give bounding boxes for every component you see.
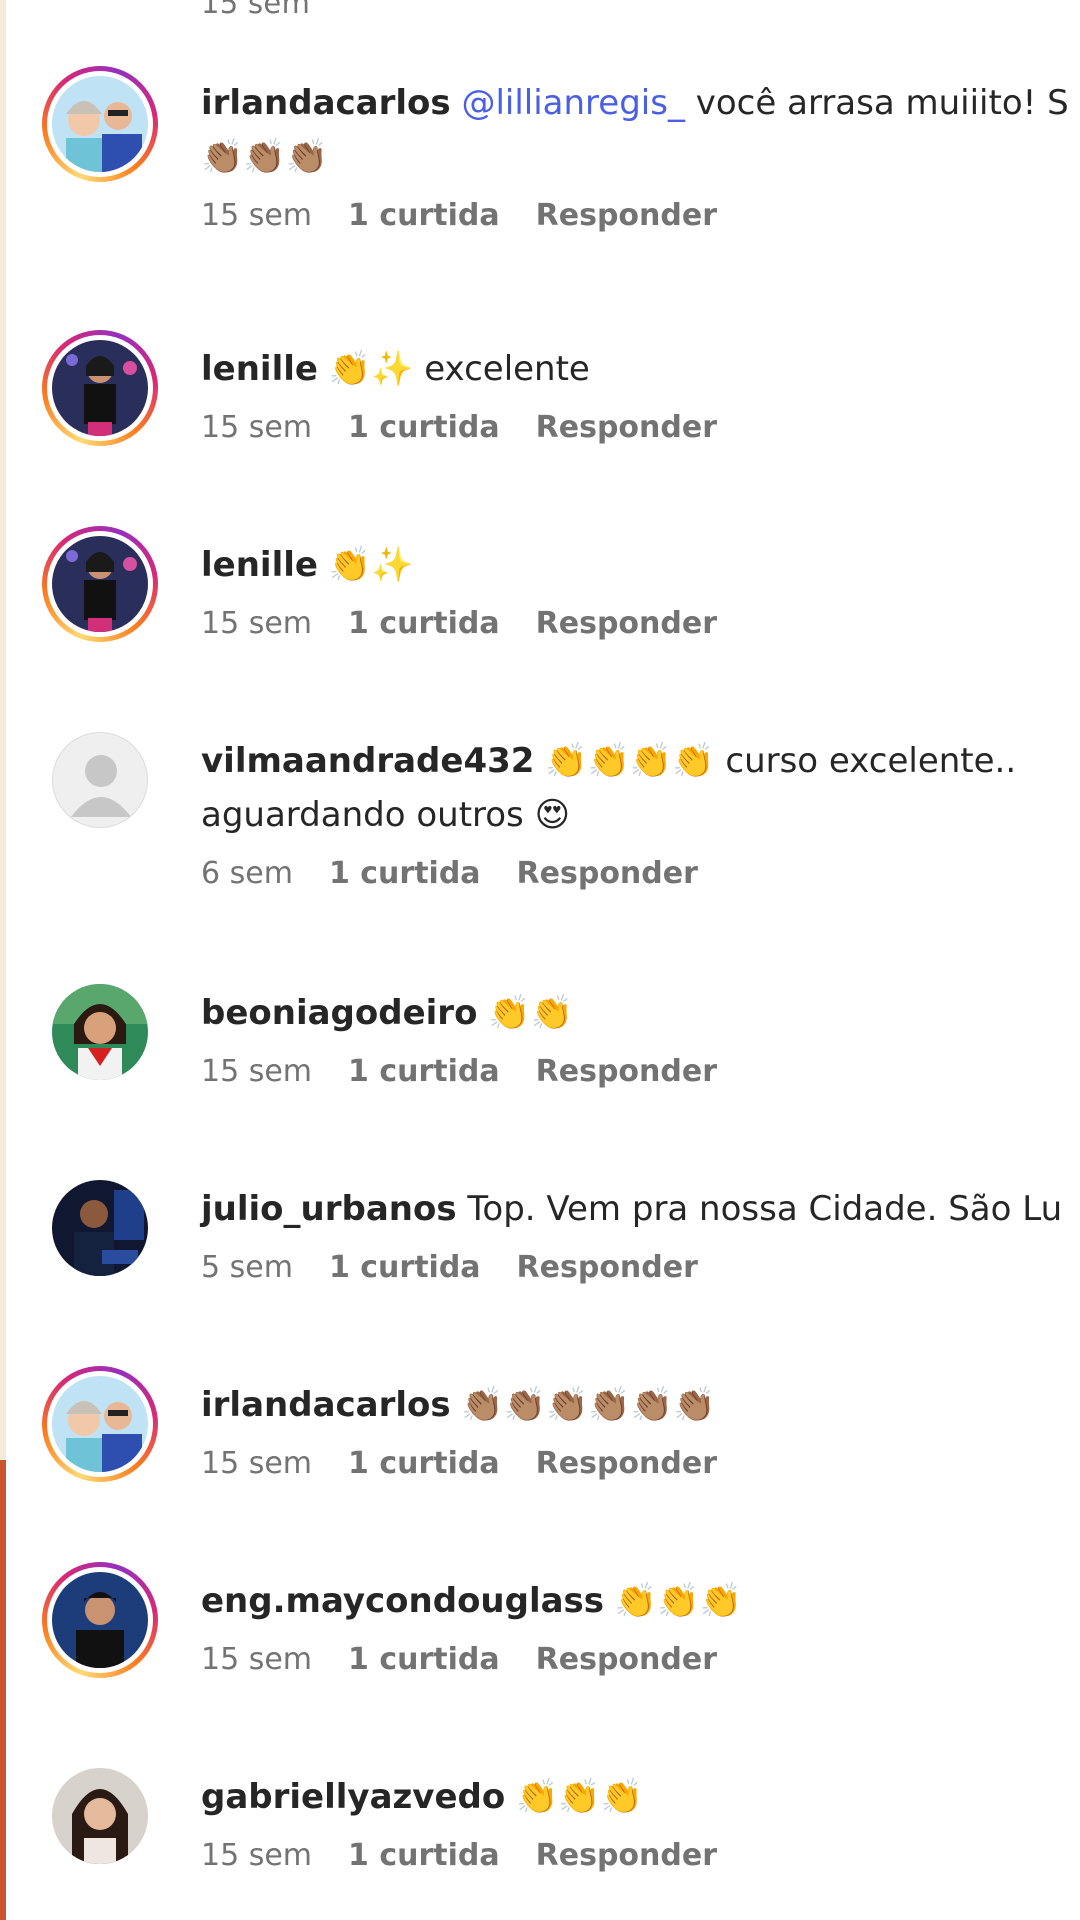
comment-time[interactable]: 15 sem [201, 198, 312, 233]
reply-button[interactable]: Responder [536, 1642, 717, 1677]
likes-count[interactable]: 1 curtida [348, 606, 500, 641]
likes-count[interactable]: 1 curtida [348, 1838, 500, 1873]
comment-text: vilmaandrade432 👏👏👏👏 curso excelente.. [201, 741, 1017, 781]
username-link[interactable]: lenille [201, 545, 318, 585]
comment-time[interactable]: 5 sem [201, 1250, 293, 1285]
comment-time[interactable]: 15 sem [201, 410, 312, 445]
reply-button[interactable]: Responder [536, 1446, 717, 1481]
avatar[interactable] [42, 66, 158, 182]
username-link[interactable]: julio_urbanos [201, 1189, 457, 1229]
comment-text: eng.maycondouglass 👏👏👏 [201, 1581, 742, 1621]
comment-time[interactable]: 15 sem [201, 1642, 312, 1677]
comment-text: irlandacarlos @lillianregis_ você arrasa… [201, 83, 1069, 123]
likes-count[interactable]: 1 curtida [348, 198, 500, 233]
username-link[interactable]: irlandacarlos [201, 83, 451, 123]
comment-text-line2: 👏🏽👏🏽👏🏽 [201, 137, 329, 177]
reply-button[interactable]: Responder [517, 856, 698, 891]
reply-button[interactable]: Responder [517, 1250, 698, 1285]
comment-time[interactable]: 6 sem [201, 856, 293, 891]
comment-text: gabriellyazvedo 👏👏👏 [201, 1777, 644, 1817]
comment-time[interactable]: 15 sem [201, 606, 312, 641]
comment-text: irlandacarlos 👏🏽👏🏽👏🏽👏🏽👏🏽👏🏽 [201, 1385, 716, 1425]
likes-count[interactable]: 1 curtida [329, 1250, 481, 1285]
reply-button[interactable]: Responder [536, 198, 717, 233]
username-link[interactable]: lenille [201, 349, 318, 389]
comment-time[interactable]: 15 sem [201, 1838, 312, 1873]
comment-text: beoniagodeiro 👏👏 [201, 993, 573, 1033]
reply-button[interactable]: Responder [536, 606, 717, 641]
avatar[interactable] [42, 330, 158, 446]
username-link[interactable]: beoniagodeiro [201, 993, 477, 1033]
reply-button[interactable]: Responder [536, 410, 717, 445]
username-link[interactable]: eng.maycondouglass [201, 1581, 604, 1621]
mention-link[interactable]: @lillianregis_ [461, 83, 685, 123]
reply-button[interactable]: Responder [536, 1054, 717, 1089]
default-user-icon [71, 755, 131, 817]
username-link[interactable]: vilmaandrade432 [201, 741, 534, 781]
avatar[interactable] [42, 722, 158, 838]
likes-count[interactable]: 1 curtida [348, 1446, 500, 1481]
likes-count[interactable]: 1 curtida [329, 856, 481, 891]
avatar[interactable] [42, 526, 158, 642]
avatar[interactable] [42, 1562, 158, 1678]
likes-count[interactable]: 1 curtida [348, 1054, 500, 1089]
comment-text-line2: aguardando outros 😍 [201, 795, 571, 835]
left-edge-strip [0, 0, 6, 1920]
comment-text: julio_urbanos Top. Vem pra nossa Cidade.… [201, 1189, 1063, 1229]
comment-time[interactable]: 15 sem [201, 1446, 312, 1481]
likes-count[interactable]: 1 curtida [348, 410, 500, 445]
comment-text: lenille 👏✨ excelente [201, 349, 590, 389]
comment-text: lenille 👏✨ [201, 545, 414, 585]
avatar[interactable] [42, 1366, 158, 1482]
partial-timestamp: 15 sem [201, 0, 311, 20]
reply-button[interactable]: Responder [536, 1838, 717, 1873]
avatar[interactable] [42, 974, 158, 1090]
avatar[interactable] [42, 1170, 158, 1286]
avatar[interactable] [42, 1758, 158, 1874]
username-link[interactable]: irlandacarlos [201, 1385, 451, 1425]
comment-time[interactable]: 15 sem [201, 1054, 312, 1089]
username-link[interactable]: gabriellyazvedo [201, 1777, 505, 1817]
likes-count[interactable]: 1 curtida [348, 1642, 500, 1677]
